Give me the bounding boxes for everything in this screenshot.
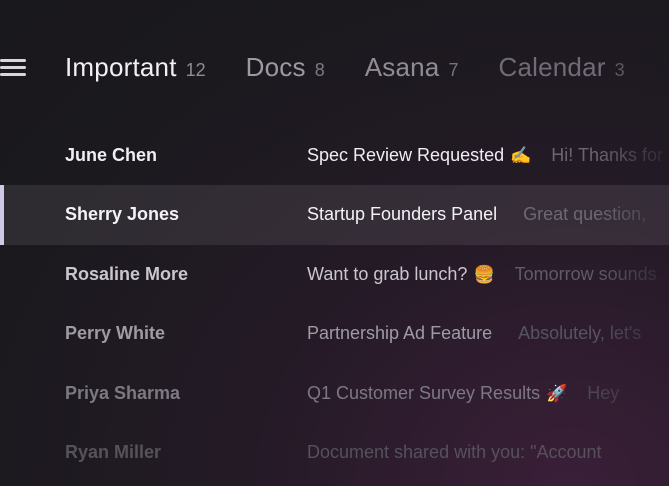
sender-name: Sherry Jones: [65, 204, 180, 225]
sender-name: Rosaline More: [65, 263, 189, 284]
subject: Partnership Ad Feature: [307, 323, 493, 344]
sender-name: Ryan Miller: [65, 441, 162, 462]
message-row[interactable]: Priya Sharma Q1 Customer Survey Results 🚀…: [0, 364, 669, 423]
sender-name: Perry White: [65, 323, 166, 344]
selection-indicator: [0, 185, 4, 245]
tab-label: Calendar: [498, 52, 606, 82]
preview-text: Tomorrow sounds: [514, 263, 657, 284]
message-row[interactable]: Ryan Miller Document shared with you: "A…: [0, 423, 669, 482]
tab-count: 3: [614, 60, 625, 80]
header: Important 12 Docs 8 Asana 7 Calendar 3: [0, 38, 669, 100]
subject-line: Q1 Customer Survey Results 🚀 Hey: [307, 383, 669, 404]
tab-asana[interactable]: Asana 7: [365, 52, 459, 83]
message-row[interactable]: Perry White Partnership Ad Feature Absolu…: [0, 304, 669, 363]
preview-text: Absolutely, let's: [518, 323, 642, 344]
tab-count: 7: [448, 60, 459, 80]
preview-text: Hi! Thanks for: [551, 145, 664, 165]
hamburger-menu-icon[interactable]: [0, 56, 28, 80]
tab-label: Important: [65, 52, 177, 82]
mail-app: Important 12 Docs 8 Asana 7 Calendar 3 J…: [0, 0, 669, 486]
sender-name: June Chen: [65, 145, 158, 165]
tab-important[interactable]: Important 12: [65, 52, 206, 83]
subject: Q1 Customer Survey Results: [307, 382, 541, 403]
subject-line: Spec Review Requested ✍️ Hi! Thanks for: [307, 145, 669, 166]
tab-docs[interactable]: Docs 8: [246, 52, 325, 83]
menu-line: [0, 66, 26, 69]
tab-count: 8: [314, 60, 325, 80]
subject-line: Document shared with you: "Account: [307, 442, 669, 463]
menu-line: [0, 73, 26, 76]
burger-icon: 🍔: [473, 264, 495, 284]
subject: Document shared with you: "Account: [307, 441, 602, 462]
sender-name: Priya Sharma: [65, 382, 181, 403]
preview-text: Hey: [587, 382, 620, 403]
split-inbox-tabs: Important 12 Docs 8 Asana 7 Calendar 3: [65, 52, 665, 83]
tab-label: Docs: [245, 52, 306, 82]
message-row-selected[interactable]: Sherry Jones Startup Founders Panel Great…: [0, 185, 669, 245]
writing-hand-icon: ✍️: [510, 146, 532, 165]
subject: Startup Founders Panel: [307, 204, 498, 225]
message-row[interactable]: June Chen Spec Review Requested ✍️ Hi! Tha…: [0, 126, 669, 185]
message-row[interactable]: Rosaline More Want to grab lunch? 🍔 Tomorr…: [0, 245, 669, 304]
message-list: June Chen Spec Review Requested ✍️ Hi! Tha…: [0, 126, 669, 482]
tab-count: 12: [185, 60, 206, 80]
subject-line: Want to grab lunch? 🍔 Tomorrow sounds: [307, 264, 669, 285]
tab-calendar[interactable]: Calendar 3: [498, 52, 624, 83]
tab-label: Asana: [364, 52, 440, 82]
menu-line: [0, 59, 26, 62]
subject-line: Partnership Ad Feature Absolutely, let's: [307, 323, 669, 344]
preview-text: Great question,: [523, 204, 647, 225]
subject: Want to grab lunch?: [307, 263, 468, 284]
subject: Spec Review Requested: [307, 145, 505, 165]
subject-line: Startup Founders Panel Great question,: [307, 204, 669, 225]
rocket-icon: 🚀: [546, 383, 568, 403]
